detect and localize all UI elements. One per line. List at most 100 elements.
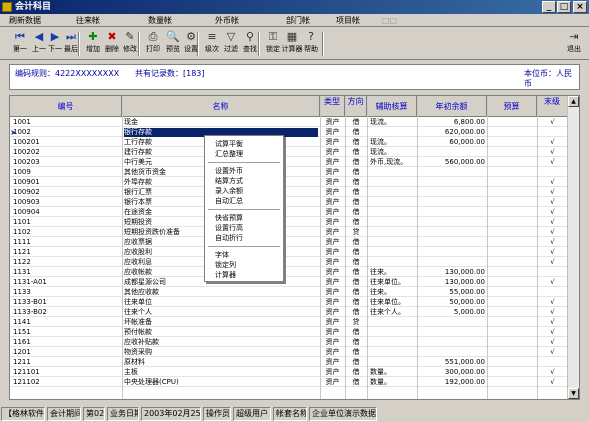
table-row[interactable]: 100201 工行存款 资产借现流。 60,000.00 √ (10, 138, 568, 147)
table-row[interactable]: 1133-B01 往来单位 资产 借 往来单位。 50,000.00 √ (10, 298, 568, 307)
column-header-5[interactable]: 年初余额 (417, 96, 487, 117)
toolbar-button-exit[interactable]: ⇥ 退出 (563, 30, 585, 58)
column-header-6[interactable]: 预算 (487, 96, 537, 117)
menu-item-5[interactable]: 项目帐 (336, 15, 360, 26)
table-row[interactable]: 1122 应收利息 资产借 √ (10, 258, 568, 267)
table-row[interactable]: 100901 外埠存款 资产借 √ (10, 178, 568, 187)
account-type: 资产 (325, 138, 340, 146)
table-row[interactable]: 100904 在途资金 资产借 √ (10, 208, 568, 217)
context-menu-item[interactable]: 设置行高 (215, 224, 243, 233)
edit-icon: ✎ (125, 30, 135, 43)
account-name: 预付帐款 (124, 328, 152, 336)
budget (490, 168, 535, 177)
budget (490, 238, 535, 247)
table-row[interactable]: 1151 预付帐款 资产 借 √ (10, 328, 568, 337)
is-leaf: √ (550, 368, 555, 376)
column-header-3[interactable]: 方向 (345, 96, 367, 117)
budget (490, 268, 535, 277)
is-leaf: √ (550, 348, 555, 356)
budget (490, 138, 535, 147)
table-row[interactable]: 100902 银行汇票 资产借 √ (10, 188, 568, 197)
context-menu-item[interactable]: 结算方式 (215, 177, 243, 186)
menu-item-1[interactable]: 往来帐 (76, 15, 100, 26)
table-row[interactable]: 1133 其他应收款 资产 借 往来。 55,000.00 (10, 288, 568, 297)
scroll-down-icon[interactable]: ▼ (568, 388, 579, 399)
context-menu-item[interactable]: 设置外币 (215, 167, 243, 176)
close-button[interactable]: × (573, 1, 587, 13)
account-code: 1131 (13, 268, 31, 276)
context-menu-item[interactable]: 快省预算 (215, 214, 243, 223)
opening-balance (420, 218, 485, 227)
table-row[interactable]: 121101 主板 资产 借 数量。 300,000.00 √ (10, 368, 568, 377)
table-row[interactable]: 1131-A01 成都星源公司 资产借往来单位。 130,000.00 √ (10, 278, 568, 287)
context-menu-item[interactable]: 字体 (215, 251, 229, 260)
auxiliary-accounting: 数量。 (370, 378, 391, 386)
table-row[interactable]: 1101 短期投资 资产借 √ (10, 218, 568, 227)
info-panel: 编码规则：4222XXXXXXXX 共有记录数：[183] 本位币：人民币 (9, 64, 580, 90)
is-leaf: √ (550, 208, 555, 216)
column-header-7[interactable]: 末级 (537, 96, 568, 117)
exit-icon: ⇥ (569, 30, 579, 43)
scroll-up-icon[interactable]: ▲ (568, 96, 579, 107)
context-menu-item[interactable]: 汇总整理 (215, 150, 243, 159)
account-code: 100201 (13, 138, 40, 146)
budget (490, 208, 535, 217)
column-header-4[interactable]: 辅助核算 (367, 96, 417, 117)
context-menu-item[interactable]: 录入余额 (215, 187, 243, 196)
column-header-1[interactable]: 名称 (122, 96, 320, 117)
table-row[interactable]: 100203 中行美元 资产借外币,现流。 560,000.00 √ (10, 158, 568, 167)
auxiliary-accounting (370, 228, 415, 237)
balance-direction: 借 (352, 378, 360, 386)
status-cell-7: 帐套名称 (273, 407, 307, 421)
toolbar-button-help[interactable]: ? 帮助 (300, 30, 322, 58)
context-menu-item[interactable]: 计算器 (215, 271, 236, 280)
table-row[interactable]: 1002 银行存款 资产借 620,000.00 (10, 128, 568, 137)
context-menu-item[interactable]: 锁定列 (215, 261, 236, 270)
context-menu-item[interactable]: 自动折行 (215, 234, 243, 243)
column-header-2[interactable]: 类型 (320, 96, 345, 117)
account-type: 资产 (325, 198, 340, 206)
auxiliary-accounting (370, 248, 415, 257)
table-row[interactable]: 1141 坏帐准备 资产 贷 √ (10, 318, 568, 327)
auxiliary-accounting (370, 338, 415, 347)
table-row[interactable]: 1001 现金 资产 借 现流。 6,800.00 √ (10, 118, 568, 127)
budget (490, 178, 535, 187)
column-header-0[interactable]: 编号 (10, 96, 122, 117)
table-row[interactable]: 1133-B02 往来个人 资产 借 往来个人。 5,000.00 √ (10, 308, 568, 317)
budget (490, 298, 535, 307)
budget (490, 228, 535, 237)
table-row[interactable]: 100202 建行存款 资产借现流。 √ (10, 148, 568, 157)
opening-balance (420, 238, 485, 247)
table-row[interactable]: 1121 应收股利 资产借 √ (10, 248, 568, 257)
opening-balance: 192,000.00 (444, 378, 485, 386)
opening-balance (420, 148, 485, 157)
account-type: 资产 (325, 118, 340, 126)
table-row[interactable]: 1102 短期投资跌价准备 资产贷 √ (10, 228, 568, 237)
menu-item-4[interactable]: 部门帐 (286, 15, 310, 26)
vertical-scrollbar[interactable]: ▲ ▼ (567, 96, 579, 399)
menu-item-3[interactable]: 外币帐 (215, 15, 239, 26)
help-icon: ? (308, 30, 314, 43)
account-name: 中央处理器(CPU) (124, 378, 179, 386)
context-menu-item[interactable]: 试算平衡 (215, 140, 243, 149)
table-row[interactable]: 1201 物资采购 资产 借 √ (10, 348, 568, 357)
menu-item-2[interactable]: 数量帐 (148, 15, 172, 26)
account-type: 资产 (325, 168, 340, 176)
table-row[interactable]: 1009 其他货币资金 资产借 (10, 168, 568, 177)
table-row[interactable]: 1111 应收票据 资产借 √ (10, 238, 568, 247)
table-row[interactable]: 1131 应收帐款 资产借往来。 130,000.00 (10, 268, 568, 277)
status-cell-5: 操作员 (203, 407, 231, 421)
account-type: 资产 (325, 368, 340, 376)
minimize-button[interactable]: _ (542, 1, 556, 13)
table-row[interactable]: 1161 应收补贴款 资产 借 √ (10, 338, 568, 347)
account-grid[interactable]: 编号 名称 类型 方向 辅助核算 年初余额 预算 末级 1001 现金 资产借现流。 6,800.0… (9, 95, 580, 400)
maximize-button[interactable]: □ (557, 1, 571, 13)
grid-line (345, 96, 346, 399)
context-menu-item[interactable]: 自动汇总 (215, 197, 243, 206)
menu-item-0[interactable]: 刷新数据 (9, 15, 41, 26)
auxiliary-accounting: 数量。 (370, 368, 391, 376)
table-row[interactable]: 100903 银行本票 资产借 √ (10, 198, 568, 207)
account-code: 121102 (13, 378, 40, 386)
table-row[interactable]: 1211 原材料 资产 借 551,000.00 (10, 358, 568, 367)
table-row[interactable]: 121102 中央处理器(CPU) 资产 借 数量。 192,000.00 √ (10, 378, 568, 387)
